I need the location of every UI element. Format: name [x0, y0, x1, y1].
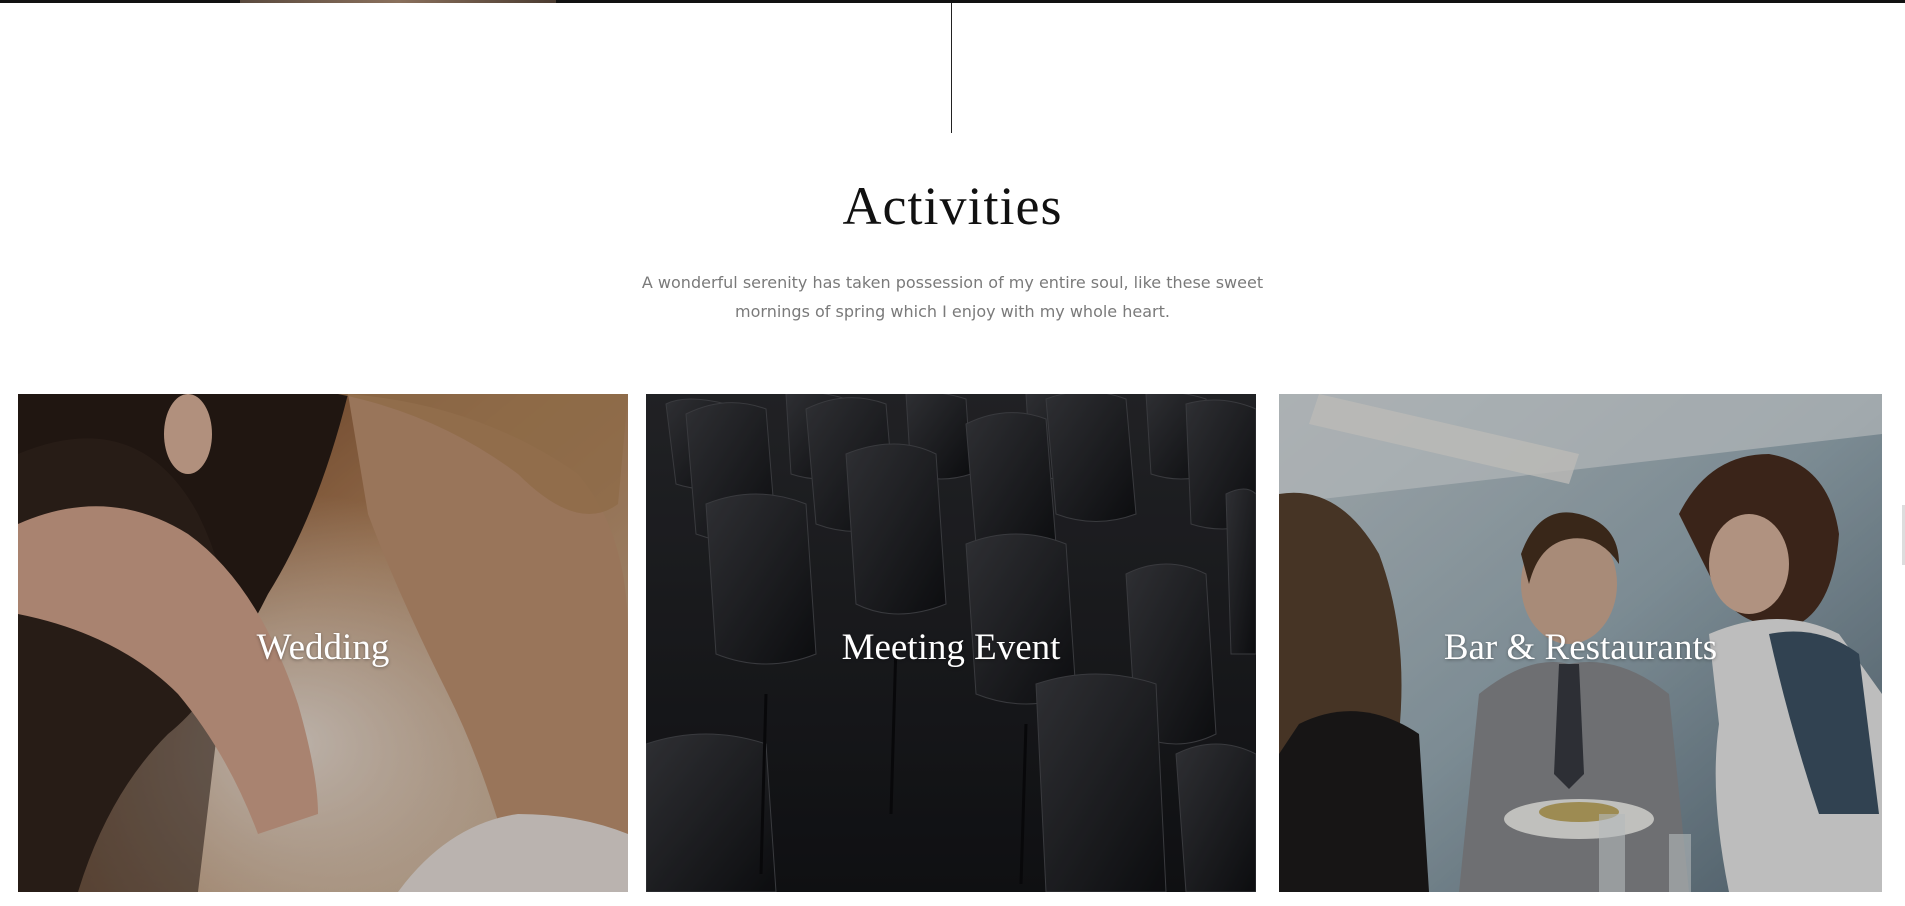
activity-card-meeting-event[interactable]: Meeting Event [646, 394, 1256, 892]
activity-card-wedding[interactable]: Wedding [18, 394, 628, 892]
section-description: A wonderful serenity has taken possessio… [641, 273, 1264, 321]
card-title-wedding: Wedding [256, 627, 390, 668]
top-image-edge [0, 0, 1905, 3]
previous-section-image-edge [240, 0, 556, 3]
vertical-divider [951, 3, 952, 133]
activity-card-bar-restaurants[interactable]: Bar & Restaurants [1279, 394, 1882, 892]
card-title-bar-restaurants: Bar & Restaurants [1443, 627, 1718, 668]
card-title-meeting-event: Meeting Event [841, 627, 1061, 668]
section-title: Activities [842, 176, 1063, 236]
